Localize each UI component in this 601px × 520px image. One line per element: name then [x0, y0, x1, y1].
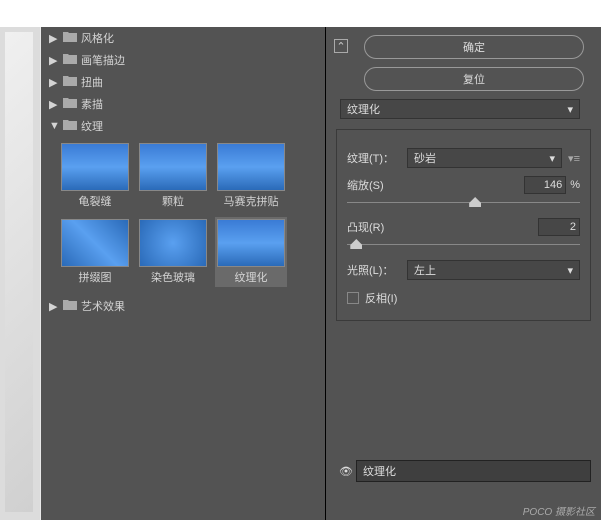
- scale-slider[interactable]: [347, 196, 580, 210]
- folder-icon: [63, 299, 77, 313]
- thumb-image: [61, 219, 129, 267]
- thumb-patchwork[interactable]: 拼缀图: [59, 217, 131, 287]
- invert-checkbox[interactable]: [347, 292, 359, 304]
- thumb-label: 拼缀图: [79, 272, 112, 284]
- filter-stack: 👁 纹理化: [336, 460, 591, 482]
- filter-select-value: 纹理化: [347, 101, 380, 117]
- texture-select-value: 砂岩: [414, 150, 436, 166]
- folder-icon: [63, 53, 77, 67]
- category-label: 艺术效果: [81, 298, 125, 314]
- texture-select[interactable]: 砂岩 ▾: [407, 148, 562, 168]
- scale-suffix: %: [570, 179, 580, 191]
- scale-input[interactable]: [524, 176, 566, 194]
- thumb-image: [217, 219, 285, 267]
- thumb-craquelure[interactable]: 龟裂缝: [59, 141, 131, 211]
- category-brush-strokes[interactable]: ▶ 画笔描边: [41, 49, 325, 71]
- slider-thumb[interactable]: [350, 239, 362, 249]
- category-stylize[interactable]: ▶ 风格化: [41, 27, 325, 49]
- thumb-label: 龟裂缝: [79, 196, 112, 208]
- ok-button[interactable]: 确定: [364, 35, 584, 59]
- thumb-label: 马赛克拼贴: [224, 196, 279, 208]
- relief-slider[interactable]: [347, 238, 580, 252]
- folder-icon: [63, 119, 77, 133]
- chevron-down-icon: ▾: [567, 264, 573, 277]
- folder-icon: [63, 31, 77, 45]
- chevron-right-icon: ▶: [49, 300, 59, 313]
- filter-gallery-dialog: ▶ 风格化 ▶ 画笔描边 ▶ 扭曲 ▶ 素描 ▼ 纹理 龟裂缝 颗粒 马赛克拼贴: [41, 27, 601, 520]
- chevron-right-icon: ▶: [49, 98, 59, 111]
- chevron-down-icon: ▾: [567, 103, 573, 116]
- light-label: 光照(L)：: [347, 262, 407, 278]
- slider-track: [347, 202, 580, 203]
- category-artistic[interactable]: ▶ 艺术效果: [41, 295, 325, 317]
- chevron-right-icon: ▶: [49, 32, 59, 45]
- folder-icon: [63, 97, 77, 111]
- category-label: 素描: [81, 96, 103, 112]
- category-label: 风格化: [81, 30, 114, 46]
- light-select-value: 左上: [414, 262, 436, 278]
- flyout-menu-icon[interactable]: ▾≡: [568, 152, 580, 165]
- filter-select[interactable]: 纹理化 ▾: [340, 99, 580, 119]
- filter-settings-panel: ⌃ 确定 复位 纹理化 ▾ 纹理(T)： 砂岩 ▾ ▾≡ 缩放(S) %: [326, 27, 601, 520]
- thumb-label: 颗粒: [162, 196, 184, 208]
- thumb-label: 染色玻璃: [151, 272, 195, 284]
- chevron-down-icon: ▼: [49, 120, 59, 132]
- visibility-eye-icon[interactable]: 👁: [336, 465, 356, 478]
- thumb-image: [61, 143, 129, 191]
- category-sketch[interactable]: ▶ 素描: [41, 93, 325, 115]
- relief-label: 凸现(R): [347, 219, 538, 235]
- chevron-right-icon: ▶: [49, 54, 59, 67]
- chevron-down-icon: ▾: [550, 152, 556, 165]
- relief-input[interactable]: [538, 218, 580, 236]
- category-distort[interactable]: ▶ 扭曲: [41, 71, 325, 93]
- stack-item[interactable]: 纹理化: [356, 460, 591, 482]
- category-texture[interactable]: ▼ 纹理: [41, 115, 325, 137]
- category-label: 扭曲: [81, 74, 103, 90]
- invert-label: 反相(I): [365, 290, 397, 306]
- folder-icon: [63, 75, 77, 89]
- reset-button[interactable]: 复位: [364, 67, 584, 91]
- category-label: 画笔描边: [81, 52, 125, 68]
- thumb-grain[interactable]: 颗粒: [137, 141, 209, 211]
- texture-label: 纹理(T)：: [347, 150, 407, 166]
- thumb-texturizer[interactable]: 纹理化: [215, 217, 287, 287]
- filter-categories-panel: ▶ 风格化 ▶ 画笔描边 ▶ 扭曲 ▶ 素描 ▼ 纹理 龟裂缝 颗粒 马赛克拼贴: [41, 27, 326, 520]
- top-whitespace: [0, 0, 601, 27]
- settings-group: 纹理(T)： 砂岩 ▾ ▾≡ 缩放(S) % 凸现(R): [336, 129, 591, 321]
- thumb-mosaic-tiles[interactable]: 马赛克拼贴: [215, 141, 287, 211]
- scale-label: 缩放(S): [347, 177, 524, 193]
- thumb-label: 纹理化: [235, 272, 268, 284]
- watermark: POCO 摄影社区: [523, 503, 595, 518]
- thumb-image: [217, 143, 285, 191]
- slider-track: [347, 244, 580, 245]
- chevron-right-icon: ▶: [49, 76, 59, 89]
- thumb-stained-glass[interactable]: 染色玻璃: [137, 217, 209, 287]
- thumb-image: [139, 143, 207, 191]
- light-select[interactable]: 左上 ▾: [407, 260, 580, 280]
- thumb-image: [139, 219, 207, 267]
- left-texture-strip: [0, 27, 40, 520]
- texture-thumbnails: 龟裂缝 颗粒 马赛克拼贴 拼缀图 染色玻璃 纹理化: [41, 137, 325, 295]
- collapse-icon[interactable]: ⌃: [334, 39, 348, 53]
- slider-thumb[interactable]: [469, 197, 481, 207]
- category-label: 纹理: [81, 118, 103, 134]
